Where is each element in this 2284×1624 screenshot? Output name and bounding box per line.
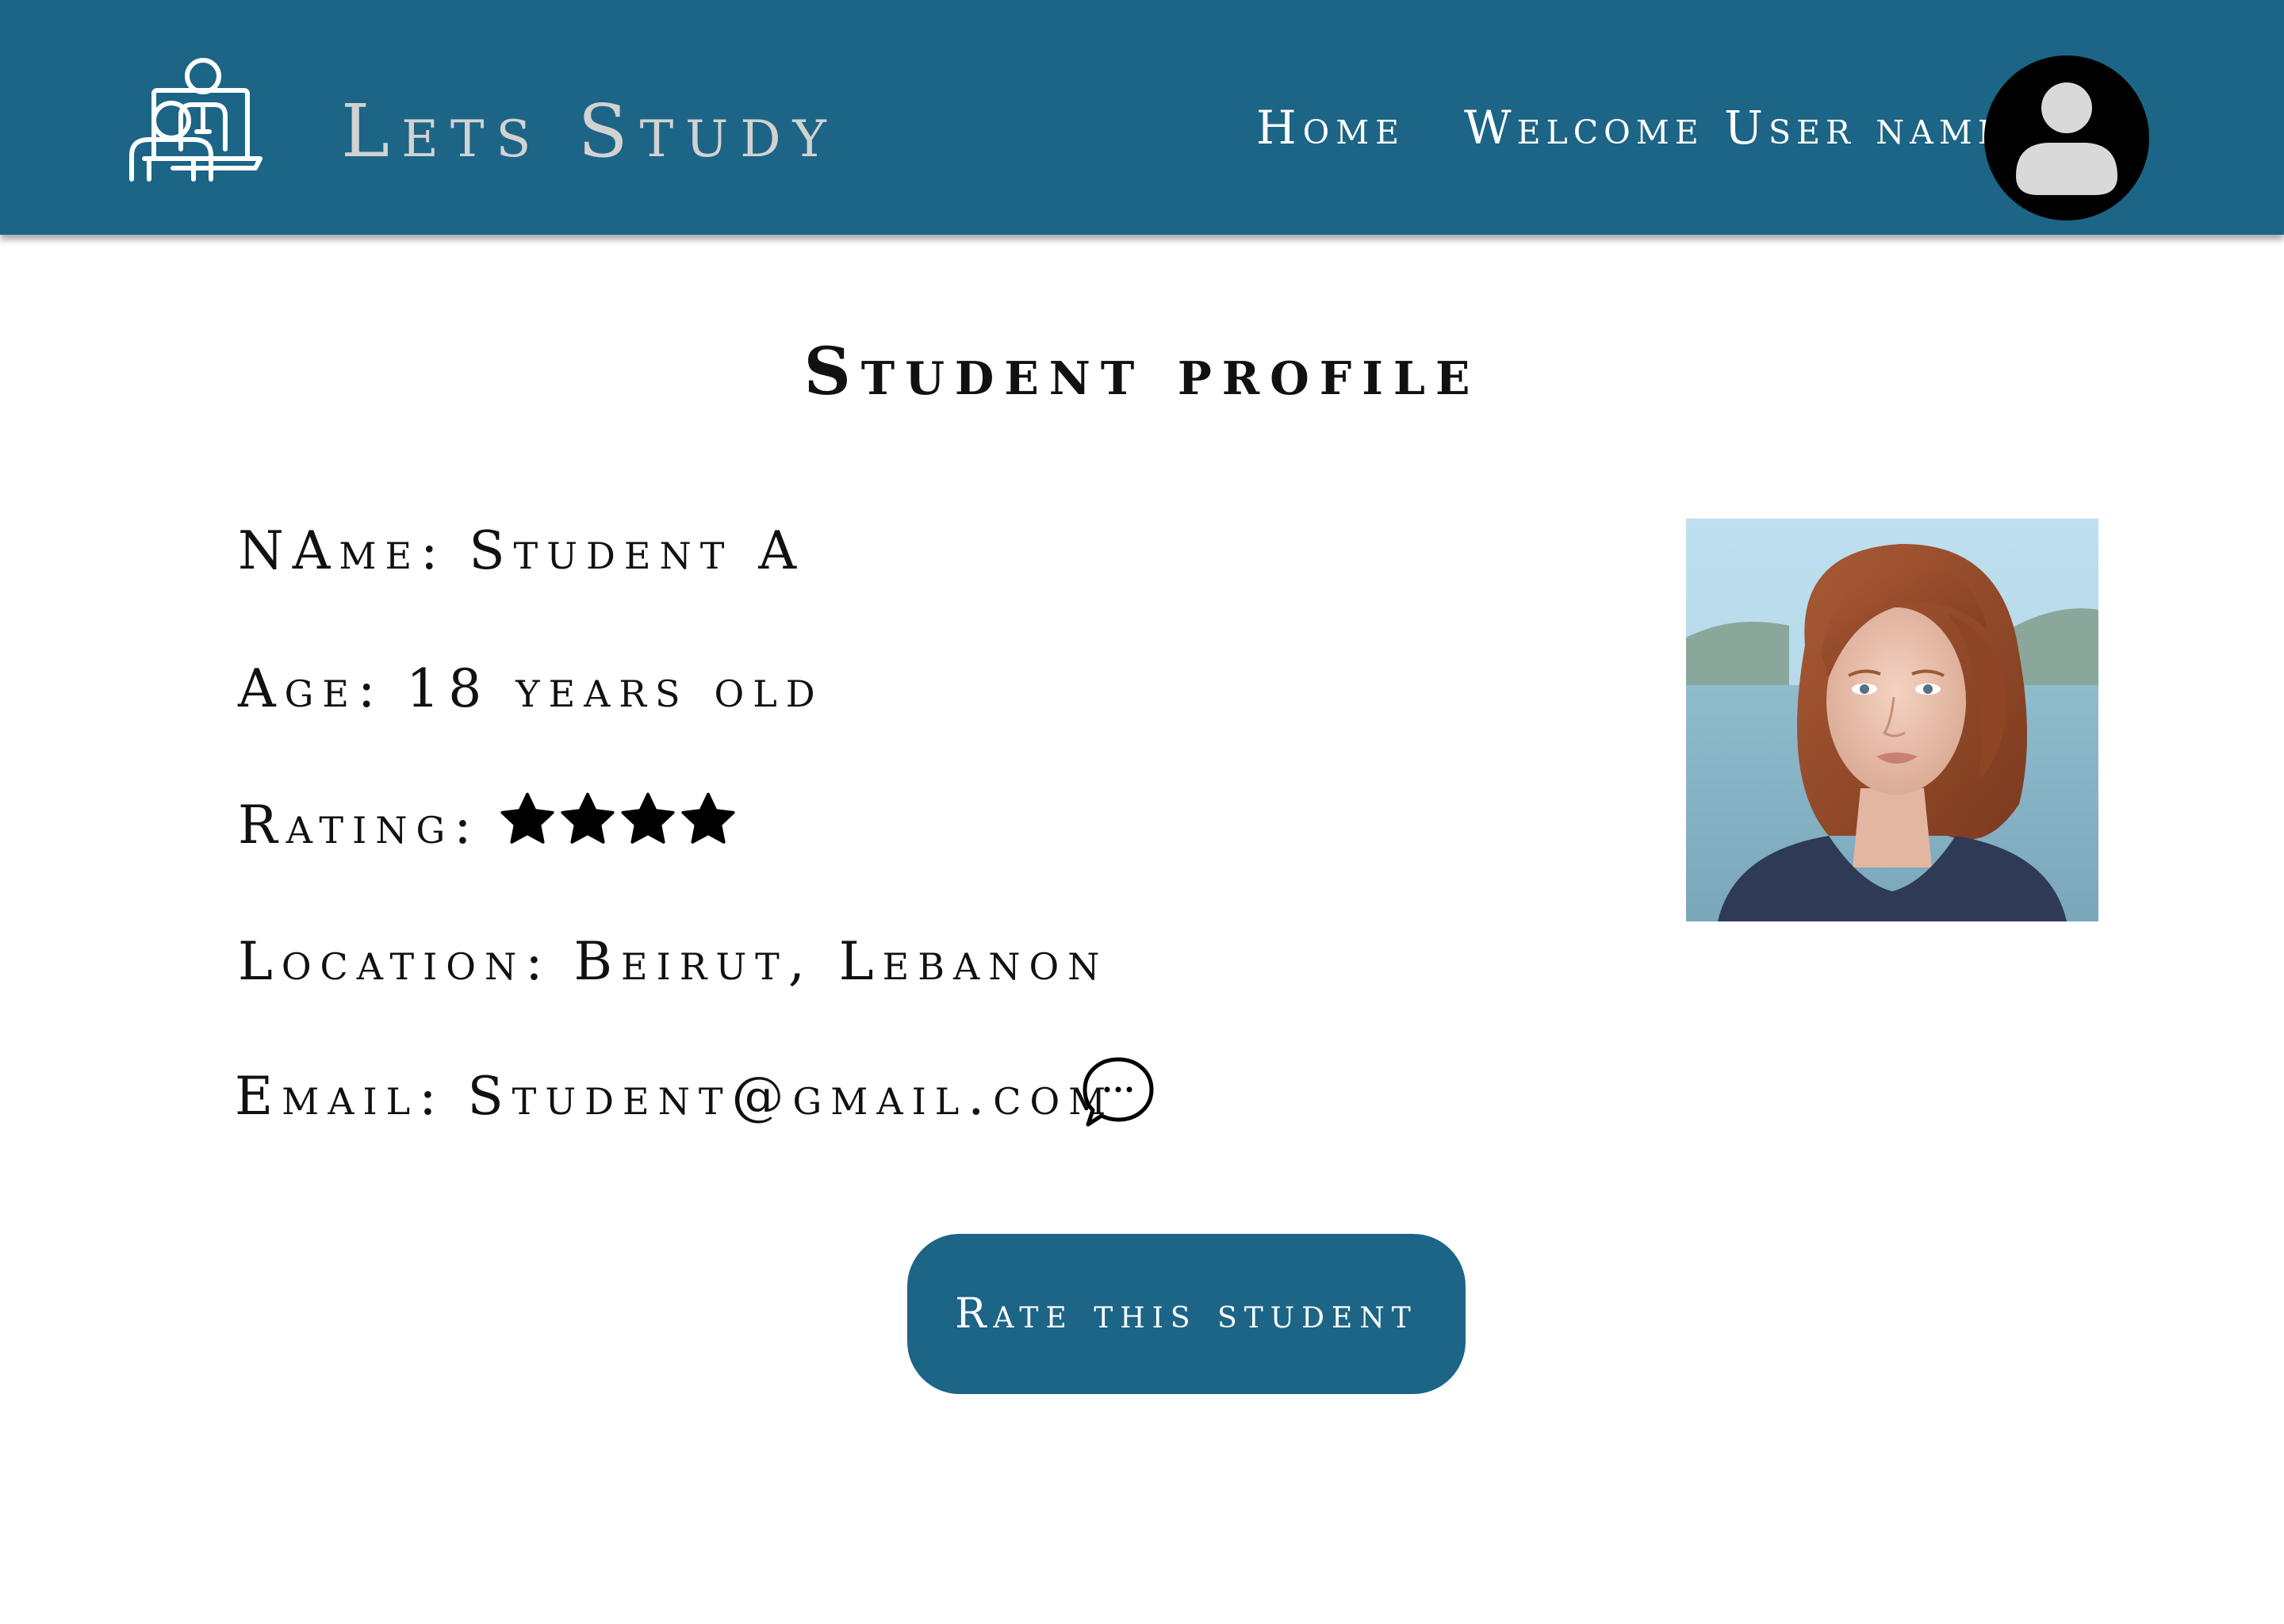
user-avatar-icon[interactable]: [1984, 56, 2149, 220]
rate-student-button[interactable]: Rate this student: [907, 1234, 1466, 1394]
location-value: Beirut, Lebanon: [573, 931, 1109, 992]
star-icon: [621, 792, 675, 844]
rating-stars: [498, 790, 738, 853]
age-value: 18 years old: [406, 658, 824, 719]
nav-home-link[interactable]: Home: [1256, 105, 1405, 151]
age-field: Age: 18 years old: [238, 663, 824, 715]
top-navbar: Lets Study Home Welcome User name: [0, 0, 2284, 235]
student-portrait-photo: [1686, 519, 2098, 921]
location-field: Location: Beirut, Lebanon: [238, 936, 1108, 988]
location-label: Location:: [238, 931, 552, 992]
email-field: Email: Student@gmail.com: [235, 1071, 1114, 1123]
rating-label: Rating:: [238, 795, 481, 856]
email-value[interactable]: Student@gmail.com: [467, 1066, 1114, 1127]
star-icon: [561, 792, 615, 844]
chat-bubble-icon[interactable]: [1080, 1055, 1156, 1131]
age-label: Age:: [238, 658, 385, 719]
name-field: NAme: Student A: [238, 525, 805, 577]
page-title: Student profile: [803, 334, 1481, 410]
welcome-user-text: Welcome User name: [1464, 101, 2007, 155]
rating-field: Rating:: [238, 799, 480, 852]
teacher-laptop-icon[interactable]: [125, 56, 265, 182]
name-label: NAme:: [238, 520, 447, 581]
name-value: Student A: [469, 520, 806, 581]
star-icon: [681, 792, 735, 844]
email-label: Email:: [235, 1066, 446, 1127]
star-icon: [500, 792, 554, 844]
brand-title[interactable]: Lets Study: [341, 95, 838, 168]
